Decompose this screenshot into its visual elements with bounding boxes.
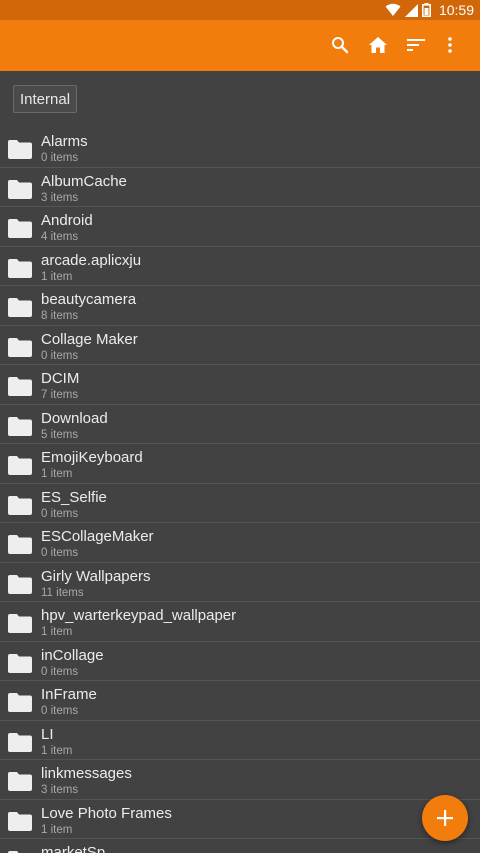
search-icon[interactable]	[328, 33, 352, 57]
folder-row[interactable]: Download 5 items	[0, 405, 480, 444]
folder-item-count: 5 items	[41, 428, 79, 441]
app-toolbar	[0, 20, 480, 71]
folder-name: Love Photo Frames	[41, 804, 172, 822]
status-bar: 10:59	[0, 0, 480, 20]
folder-row[interactable]: Girly Wallpapers 11 items	[0, 563, 480, 602]
folder-row[interactable]: ESCollageMaker 0 items	[0, 523, 480, 563]
folder-name: ES_Selfie	[41, 488, 107, 506]
folder-list[interactable]: Alarms 0 items AlbumCache 3 items Android 4 i…	[0, 128, 480, 853]
folder-item-count: 11 items	[41, 586, 84, 599]
folder-icon	[8, 337, 32, 357]
folder-name: Girly Wallpapers	[41, 567, 151, 585]
add-fab[interactable]	[422, 795, 468, 841]
signal-icon	[404, 3, 418, 17]
folder-name: ESCollageMaker	[41, 528, 154, 545]
folder-icon	[8, 811, 32, 831]
folder-name: linkmessages	[41, 765, 132, 782]
folder-row[interactable]: Alarms 0 items	[0, 128, 480, 168]
folder-item-count: 0 items	[41, 152, 79, 164]
folder-row[interactable]: DCIM 7 items	[0, 365, 480, 405]
status-icons: 10:59	[385, 0, 474, 20]
folder-row[interactable]: InFrame 0 items	[0, 681, 480, 721]
folder-row[interactable]: ES_Selfie 0 items	[0, 484, 480, 523]
folder-item-count: 1 item	[41, 744, 73, 757]
folder-name: InFrame	[41, 686, 97, 703]
folder-icon	[8, 732, 32, 752]
folder-icon	[8, 495, 32, 515]
folder-row[interactable]: hpv_warterkeypad_wallpaper 1 item	[0, 602, 480, 642]
folder-icon	[8, 416, 32, 436]
folder-item-count: 3 items	[41, 191, 79, 204]
folder-item-count: 0 items	[41, 665, 79, 678]
add-icon	[437, 810, 453, 826]
folder-name: marketSp	[41, 844, 106, 853]
battery-icon	[421, 3, 431, 17]
folder-name: EmojiKeyboard	[41, 449, 143, 466]
folder-item-count: 8 items	[41, 310, 79, 322]
folder-item-count: 0 items	[41, 349, 79, 362]
folder-icon	[8, 140, 32, 159]
folder-icon	[8, 653, 32, 673]
folder-row[interactable]: arcade.aplicxju 1 item	[0, 247, 480, 286]
folder-item-count: 1 item	[41, 270, 73, 283]
folder-name: LI	[41, 725, 54, 743]
folder-row[interactable]: beautycamera 8 items	[0, 286, 480, 326]
folder-icon	[8, 693, 32, 712]
folder-name: Android	[41, 212, 93, 229]
wifi-icon	[385, 3, 401, 16]
folder-icon	[8, 574, 32, 594]
folder-name: arcade.aplicxju	[41, 251, 142, 269]
folder-name: AlbumCache	[41, 172, 127, 190]
folder-icon	[8, 258, 32, 278]
folder-item-count: 3 items	[41, 784, 79, 796]
status-time: 10:59	[438, 2, 474, 18]
folder-icon	[8, 772, 32, 791]
folder-item-count: 0 items	[41, 547, 79, 559]
folder-row[interactable]: linkmessages 3 items	[0, 760, 480, 800]
folder-icon	[8, 614, 32, 633]
folder-name: beautycamera	[41, 291, 137, 308]
folder-row[interactable]: marketSp	[0, 839, 480, 853]
folder-row[interactable]: Android 4 items	[0, 207, 480, 247]
folder-row[interactable]: EmojiKeyboard 1 item	[0, 444, 480, 484]
sort-icon[interactable]	[404, 33, 428, 57]
folder-icon	[8, 179, 32, 199]
folder-row[interactable]: LI 1 item	[0, 721, 480, 760]
folder-name: DCIM	[41, 370, 80, 387]
path-bar: Internal	[0, 71, 480, 128]
folder-row[interactable]: AlbumCache 3 items	[0, 168, 480, 207]
folder-name: Alarms	[41, 133, 88, 150]
folder-item-count: 1 item	[41, 468, 73, 480]
folder-icon	[8, 535, 32, 554]
folder-icon	[8, 456, 32, 475]
folder-icon	[8, 219, 32, 238]
path-chip-internal[interactable]: Internal	[13, 85, 78, 113]
folder-item-count: 4 items	[41, 231, 79, 243]
folder-icon	[8, 298, 32, 317]
more-vert-icon[interactable]	[438, 33, 462, 57]
folder-item-count: 7 items	[41, 389, 79, 401]
folder-item-count: 1 item	[41, 823, 73, 836]
folder-name: hpv_warterkeypad_wallpaper	[41, 607, 237, 624]
folder-row[interactable]: Collage Maker 0 items	[0, 326, 480, 365]
folder-item-count: 0 items	[41, 705, 79, 717]
folder-name: Collage Maker	[41, 330, 138, 348]
home-icon[interactable]	[366, 33, 390, 57]
folder-item-count: 1 item	[41, 626, 73, 638]
folder-icon	[8, 377, 32, 396]
folder-row[interactable]: inCollage 0 items	[0, 642, 480, 681]
folder-row[interactable]: Love Photo Frames 1 item	[0, 800, 480, 839]
folder-item-count: 0 items	[41, 507, 79, 520]
folder-name: inCollage	[41, 646, 104, 664]
folder-name: Download	[41, 409, 108, 427]
